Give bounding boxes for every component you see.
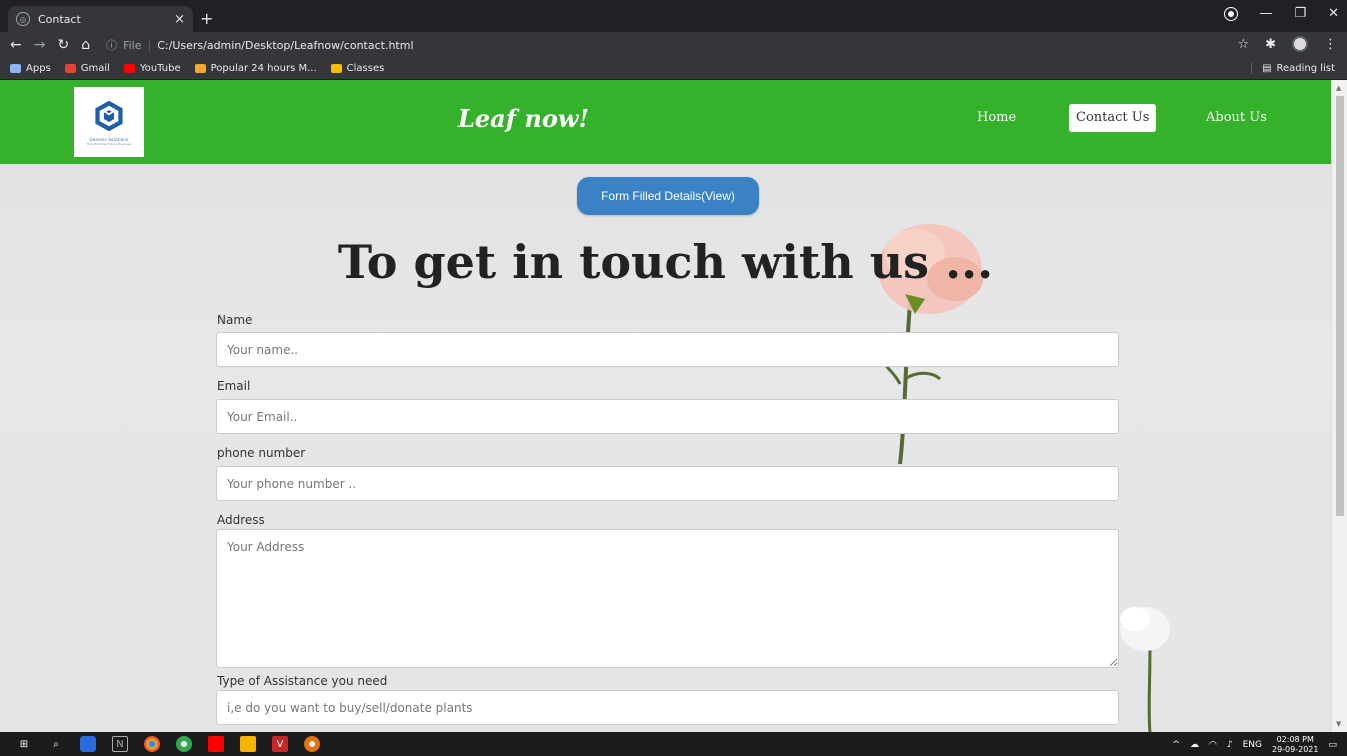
restore-icon[interactable]: ❐	[1294, 6, 1306, 21]
scrollbar-thumb[interactable]	[1336, 96, 1344, 516]
cloud-icon[interactable]: ☁	[1190, 740, 1199, 750]
record-icon[interactable]	[1225, 7, 1238, 20]
bookmark-popular[interactable]: Popular 24 hours M...	[194, 63, 317, 74]
name-input[interactable]	[216, 332, 1119, 367]
toolbar-actions: ☆ ✱ ⋮	[1237, 36, 1337, 52]
bookmark-label: Classes	[346, 63, 385, 74]
bookmark-label: Apps	[26, 63, 51, 74]
info-icon[interactable]: ⓘ	[106, 37, 117, 53]
forward-icon[interactable]: →	[34, 37, 46, 53]
bookmark-label: Popular 24 hours M...	[210, 63, 317, 74]
home-icon[interactable]: ⌂	[81, 37, 90, 53]
bookmark-star-icon[interactable]: ☆	[1237, 37, 1249, 52]
classroom-icon	[330, 64, 342, 73]
search-icon[interactable]: ⌕	[48, 736, 64, 752]
clock-date: 29-09-2021	[1271, 745, 1319, 754]
bookmark-gmail[interactable]: Gmail	[64, 63, 110, 74]
main-nav: Home Contact Us About Us	[0, 104, 1331, 132]
name-label: Name	[217, 313, 253, 327]
task-view-icon[interactable]	[80, 736, 96, 752]
clock-time: 02:08 PM	[1276, 735, 1314, 744]
clock[interactable]: 02:08 PM 29-09-2021	[1272, 735, 1319, 755]
minimize-icon[interactable]: —	[1259, 6, 1272, 21]
apps-grid-icon	[10, 64, 21, 73]
email-label: Email	[217, 379, 251, 393]
new-tab-button[interactable]: +	[200, 9, 213, 28]
bookmark-label: Gmail	[80, 63, 110, 74]
address-bar[interactable]: ⓘ File | C:/Users/admin/Desktop/Leafnow/…	[106, 37, 413, 53]
phone-label: phone number	[217, 446, 306, 460]
volume-icon[interactable]: ♪	[1227, 740, 1233, 750]
page-scrollbar[interactable]: ▲ ▼	[1331, 80, 1347, 732]
browser-app-icon[interactable]	[304, 736, 320, 752]
wifi-icon[interactable]: ◠	[1209, 740, 1217, 750]
chrome-dev-icon[interactable]	[176, 736, 192, 752]
phone-input[interactable]	[216, 466, 1119, 501]
bookmark-apps[interactable]: Apps	[10, 63, 51, 74]
address-separator: |	[147, 38, 152, 52]
page-viewport: Genesis Solutions Transforming Future Bu…	[0, 80, 1331, 732]
site-header: Genesis Solutions Transforming Future Bu…	[0, 80, 1331, 164]
language-indicator[interactable]: ENG	[1243, 740, 1262, 750]
reading-list-label: Reading list	[1276, 63, 1335, 74]
address-url: C:/Users/admin/Desktop/Leafnow/contact.h…	[157, 38, 414, 52]
browser-tab-strip: ◎ Contact × + — ❐ ✕	[0, 0, 1347, 32]
chrome-icon[interactable]	[144, 736, 160, 752]
profile-avatar[interactable]	[1292, 36, 1308, 52]
form-details-view-button[interactable]: Form Filled Details(View)	[577, 177, 759, 215]
address-textarea[interactable]	[216, 529, 1119, 668]
youtube-icon	[123, 64, 135, 73]
bookmarks-bar: Apps Gmail YouTube Popular 24 hours M...…	[0, 58, 1347, 80]
youtube-app-icon[interactable]	[208, 736, 224, 752]
notifications-icon[interactable]: ▭	[1328, 740, 1337, 750]
chevron-up-icon[interactable]: ^	[1172, 740, 1180, 750]
reading-list-icon: ▤	[1262, 63, 1272, 74]
x-icon	[194, 64, 206, 73]
browser-toolbar: ← → ↻ ⌂ ⓘ File | C:/Users/admin/Desktop/…	[0, 32, 1347, 58]
nav-contact-us[interactable]: Contact Us	[1069, 104, 1157, 132]
file-explorer-icon[interactable]	[240, 736, 256, 752]
windows-start-icon[interactable]: ⊞	[16, 736, 32, 752]
globe-icon: ◎	[16, 12, 30, 26]
address-label: Address	[217, 513, 265, 527]
bookmark-youtube[interactable]: YouTube	[123, 63, 181, 74]
window-controls: — ❐ ✕	[1225, 6, 1339, 21]
back-icon[interactable]: ←	[10, 37, 22, 53]
bookmark-label: YouTube	[139, 63, 181, 74]
assistance-label: Type of Assistance you need	[217, 674, 388, 688]
tab-close-icon[interactable]: ×	[174, 12, 185, 27]
nav-home[interactable]: Home	[970, 104, 1023, 132]
address-prefix: File	[123, 38, 142, 52]
browser-tab[interactable]: ◎ Contact ×	[8, 6, 193, 32]
scroll-up-icon[interactable]: ▲	[1336, 84, 1341, 92]
nav-about-us[interactable]: About Us	[1199, 104, 1274, 132]
reading-list-button[interactable]: ▤ Reading list	[1251, 63, 1335, 74]
menu-kebab-icon[interactable]: ⋮	[1324, 37, 1337, 52]
email-input[interactable]	[216, 399, 1119, 434]
assistance-input[interactable]	[216, 690, 1119, 725]
vscode-icon[interactable]: V	[272, 736, 288, 752]
page-title: To get in touch with us ...	[337, 235, 994, 289]
windows-taskbar: ⊞ ⌕ N V ^ ☁ ◠ ♪ ENG 02:08 PM 29-09-2021 …	[0, 732, 1347, 756]
reload-icon[interactable]: ↻	[57, 37, 69, 53]
system-tray: ^ ☁ ◠ ♪ ENG 02:08 PM 29-09-2021 ▭	[1172, 735, 1337, 755]
gmail-icon	[64, 64, 76, 73]
extensions-icon[interactable]: ✱	[1265, 37, 1276, 52]
close-window-icon[interactable]: ✕	[1328, 6, 1339, 21]
bookmark-classes[interactable]: Classes	[330, 63, 385, 74]
notion-icon[interactable]: N	[112, 736, 128, 752]
logo-subtext: Transforming Future Business	[86, 141, 132, 146]
scroll-down-icon[interactable]: ▼	[1336, 720, 1341, 728]
tab-title: Contact	[38, 12, 81, 26]
